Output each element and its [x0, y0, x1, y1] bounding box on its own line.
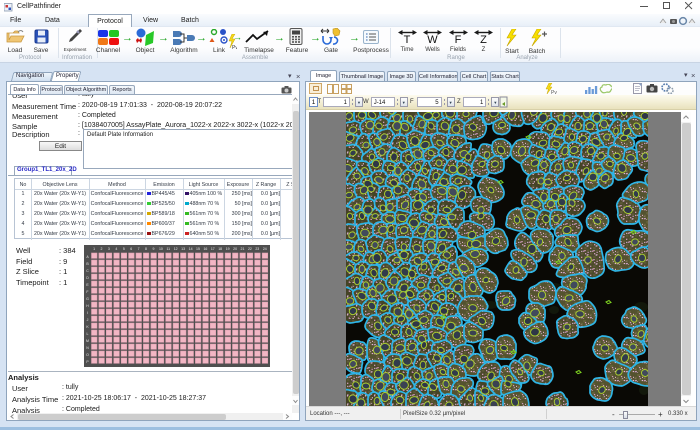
svg-text:I: I [87, 311, 88, 315]
svg-text:5: 5 [123, 247, 125, 251]
svg-text:15: 15 [196, 247, 200, 251]
svg-text:22: 22 [248, 247, 252, 251]
svg-text:7: 7 [138, 247, 140, 251]
svg-text:O: O [86, 353, 89, 357]
svg-text:16: 16 [203, 247, 207, 251]
svg-text:1: 1 [93, 247, 95, 251]
svg-text:9: 9 [153, 247, 155, 251]
svg-text:M: M [86, 339, 89, 343]
svg-text:G: G [86, 297, 89, 301]
svg-text:20: 20 [233, 247, 237, 251]
svg-text:23: 23 [255, 247, 259, 251]
svg-text:13: 13 [181, 247, 185, 251]
svg-text:L: L [87, 332, 89, 336]
svg-text:10: 10 [159, 247, 163, 251]
svg-text:19: 19 [226, 247, 230, 251]
svg-text:8: 8 [145, 247, 147, 251]
svg-text:12: 12 [174, 247, 178, 251]
svg-text:11: 11 [166, 247, 170, 251]
svg-text:4: 4 [115, 247, 117, 251]
svg-text:J: J [87, 318, 89, 322]
svg-text:14: 14 [189, 247, 193, 251]
svg-text:3: 3 [108, 247, 110, 251]
svg-text:18: 18 [218, 247, 222, 251]
svg-text:17: 17 [211, 247, 215, 251]
svg-text:F: F [86, 290, 88, 294]
svg-text:21: 21 [241, 247, 245, 251]
svg-text:24: 24 [263, 247, 267, 251]
svg-text:6: 6 [130, 247, 132, 251]
svg-text:2: 2 [101, 247, 103, 251]
